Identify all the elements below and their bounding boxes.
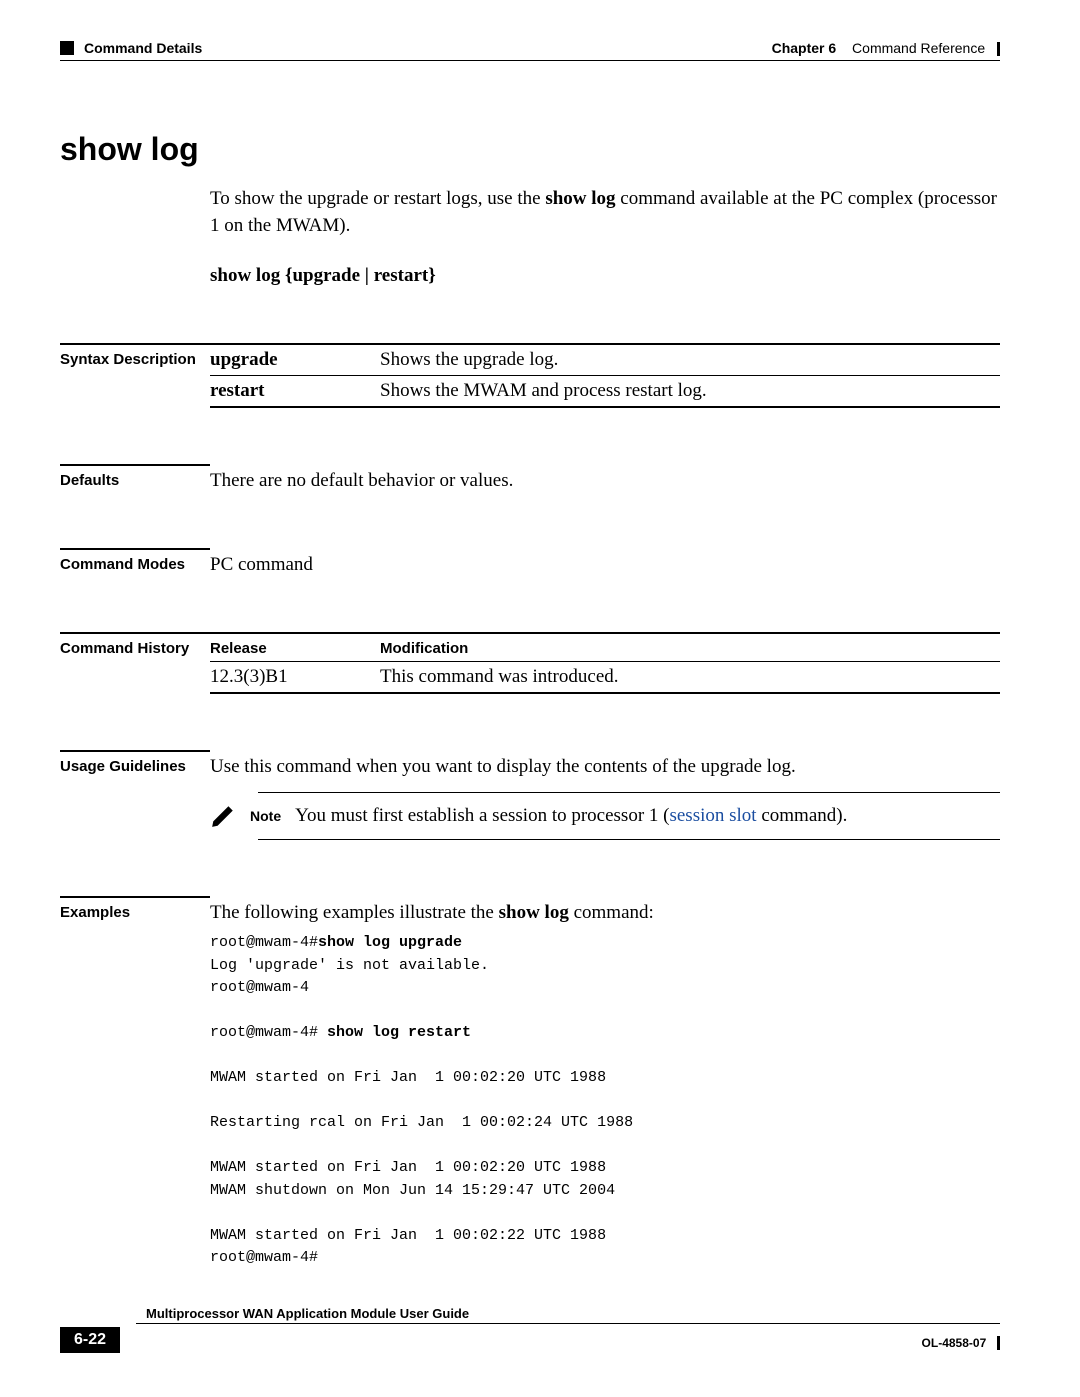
examples-section: Examples The following examples illustra… xyxy=(60,896,1000,1270)
header-bar-icon xyxy=(997,42,1000,56)
history-release: 12.3(3)B1 xyxy=(210,662,380,694)
command-history-section: Command History Release Modification 12.… xyxy=(60,632,1000,694)
defaults-section: Defaults There are no default behavior o… xyxy=(60,464,1000,492)
usage-text: Use this command when you want to displa… xyxy=(210,756,1000,778)
history-mod: This command was introduced. xyxy=(380,662,1000,694)
note-block: Note You must first establish a session … xyxy=(210,792,1000,840)
header-left: Command Details xyxy=(60,40,202,56)
modes-label: Command Modes xyxy=(60,548,210,576)
examples-label: Examples xyxy=(60,896,210,1270)
note-post: command). xyxy=(757,805,848,826)
ex-intro-bold: show log xyxy=(499,902,569,923)
section-name: Command Details xyxy=(84,40,202,56)
defaults-text: There are no default behavior or values. xyxy=(210,464,1000,492)
intro-paragraph: To show the upgrade or restart logs, use… xyxy=(210,186,1000,239)
usage-section: Usage Guidelines Use this command when y… xyxy=(60,750,1000,840)
note-label: Note xyxy=(250,808,281,824)
header-square-icon xyxy=(60,41,74,55)
page-header: Command Details Chapter 6 Command Refere… xyxy=(60,40,1000,61)
note-pre: You must first establish a session to pr… xyxy=(295,805,669,826)
chapter-title: Command Reference xyxy=(852,40,985,56)
code2-cmd: show log restart xyxy=(327,1024,471,1041)
table-header-row: Release Modification xyxy=(210,633,1000,662)
syntax-desc: Shows the upgrade log. xyxy=(380,344,1000,376)
guide-title: Multiprocessor WAN Application Module Us… xyxy=(146,1306,1000,1321)
history-table: Release Modification 12.3(3)B1 This comm… xyxy=(210,632,1000,694)
header-right: Chapter 6 Command Reference xyxy=(772,40,1000,56)
ex-intro-pre: The following examples illustrate the xyxy=(210,902,499,923)
usage-label: Usage Guidelines xyxy=(60,750,210,840)
code2-rest: MWAM started on Fri Jan 1 00:02:20 UTC 1… xyxy=(210,1069,633,1266)
pencil-icon xyxy=(210,803,236,829)
code1-prompt: root@mwam-4# xyxy=(210,934,318,951)
chapter-number: Chapter 6 xyxy=(772,40,837,56)
doc-id: OL-4858-07 xyxy=(922,1336,987,1350)
history-head-release: Release xyxy=(210,633,380,662)
example-code-1: root@mwam-4#show log upgrade Log 'upgrad… xyxy=(210,932,1000,1270)
history-label: Command History xyxy=(60,632,210,694)
history-head-mod: Modification xyxy=(380,633,1000,662)
session-slot-link[interactable]: session slot xyxy=(669,805,756,826)
defaults-label: Defaults xyxy=(60,464,210,492)
intro-pre: To show the upgrade or restart logs, use… xyxy=(210,188,545,209)
syntax-line: show log {upgrade | restart} xyxy=(210,265,1000,287)
code1-cmd: show log upgrade xyxy=(318,934,462,951)
note-text: You must first establish a session to pr… xyxy=(295,805,1000,827)
command-modes-section: Command Modes PC command xyxy=(60,548,1000,576)
code1-rest: Log 'upgrade' is not available. root@mwa… xyxy=(210,957,489,997)
command-title: show log xyxy=(60,131,1000,168)
syntax-label: Syntax Description xyxy=(60,343,210,408)
code2-prompt: root@mwam-4# xyxy=(210,1024,327,1041)
table-row: restart Shows the MWAM and process resta… xyxy=(210,376,1000,408)
syntax-desc: Shows the MWAM and process restart log. xyxy=(380,376,1000,408)
intro-bold: show log xyxy=(545,188,615,209)
doc-id-wrap: OL-4858-07 xyxy=(922,1331,1000,1353)
footer-bar-icon xyxy=(997,1336,1000,1350)
syntax-keyword: restart xyxy=(210,376,380,408)
page-footer: Multiprocessor WAN Application Module Us… xyxy=(60,1323,1000,1353)
modes-text: PC command xyxy=(210,548,1000,576)
syntax-keyword: upgrade xyxy=(210,344,380,376)
table-row: 12.3(3)B1 This command was introduced. xyxy=(210,662,1000,694)
ex-intro-post: command: xyxy=(569,902,654,923)
examples-intro: The following examples illustrate the sh… xyxy=(210,902,1000,924)
syntax-description-section: Syntax Description upgrade Shows the upg… xyxy=(60,343,1000,408)
table-row: upgrade Shows the upgrade log. xyxy=(210,344,1000,376)
page-number-badge: 6-22 xyxy=(60,1327,120,1353)
syntax-table: upgrade Shows the upgrade log. restart S… xyxy=(210,343,1000,408)
